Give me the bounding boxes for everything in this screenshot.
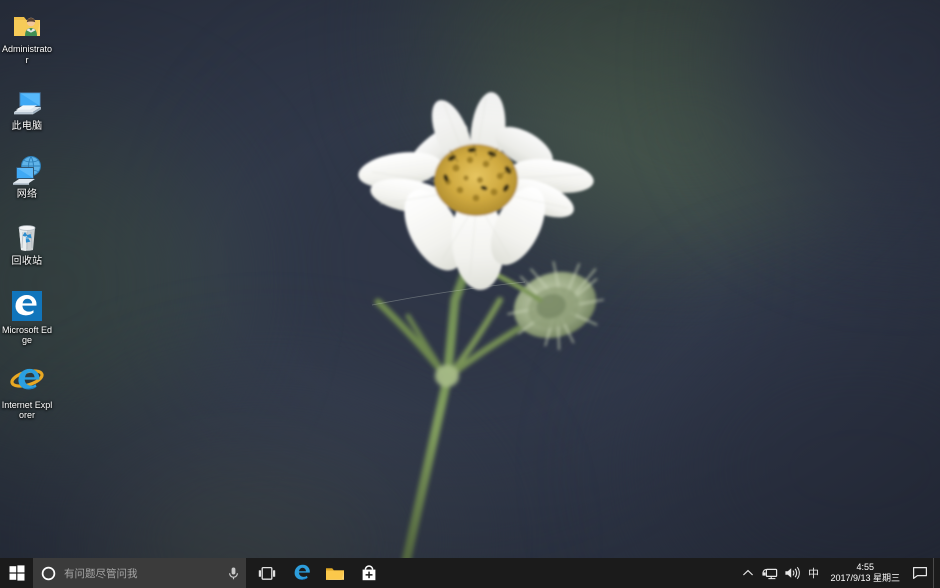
windows-logo-icon [9,565,25,581]
desktop-icon-internet-explorer[interactable]: Internet Explorer [0,360,54,423]
speaker-icon[interactable] [781,558,803,588]
taskbar-microsoft-store[interactable] [352,558,386,588]
search-placeholder-text: 有问题尽管问我 [64,567,138,580]
chevron-up-icon[interactable] [737,558,759,588]
desktop-icon-label: Internet Explorer [1,399,53,421]
action-center-button[interactable] [907,558,933,588]
search-input[interactable]: 有问题尽管问我 [33,558,246,588]
edge-icon [10,289,44,323]
this-pc-icon [10,86,44,120]
clock[interactable]: 4:55 2017/9/13 星期三 [823,558,907,588]
taskbar-edge[interactable] [284,558,318,588]
desktop-icon-this-pc[interactable]: 此电脑 [0,82,54,135]
taskbar-empty-area[interactable] [386,558,737,588]
taskbar[interactable]: 有问题尽管问我 中 4:55 2017/9/13 星期三 [0,558,940,588]
ime-chinese-icon[interactable]: 中 [803,558,823,588]
desktop-icon-microsoft-edge[interactable]: Microsoft Edge [0,285,54,348]
desktop-icon-label: Microsoft Edge [1,324,52,346]
wallpaper-vignette [0,0,940,588]
speech-bubble-icon [912,566,928,580]
desktop-icon-column: Administrator 此电脑 网络 回收站 Microsoft Edge … [0,0,56,423]
desktop[interactable]: Administrator 此电脑 网络 回收站 Microsoft Edge … [0,0,940,588]
system-tray: 中 4:55 2017/9/13 星期三 [737,558,940,588]
internet-explorer-icon [10,364,44,398]
desktop-icon-administrator[interactable]: Administrator [0,4,54,67]
taskbar-pinned-apps [250,558,386,588]
user-folder-icon [10,8,44,42]
clock-time: 4:55 [856,562,874,572]
clock-date: 2017/9/13 星期三 [830,573,900,583]
desktop-icon-label: Administrator [1,44,53,65]
desktop-icon-label: 回收站 [11,256,43,267]
desktop-icon-recycle-bin[interactable]: 回收站 [0,217,54,270]
cortana-circle-icon [41,566,56,581]
desktop-wallpaper [0,0,940,588]
desktop-icon-label: 网络 [16,188,38,200]
recycle-bin-icon [10,221,44,255]
show-desktop-button[interactable] [933,558,940,588]
taskbar-file-explorer[interactable] [318,558,352,588]
network-icon [10,154,44,188]
start-button[interactable] [0,558,33,588]
network-monitor-icon[interactable] [759,558,781,588]
microphone-icon[interactable] [227,566,240,581]
desktop-icon-network[interactable]: 网络 [0,150,54,203]
taskbar-task-view[interactable] [250,558,284,588]
desktop-icon-label: 此电脑 [11,121,43,132]
